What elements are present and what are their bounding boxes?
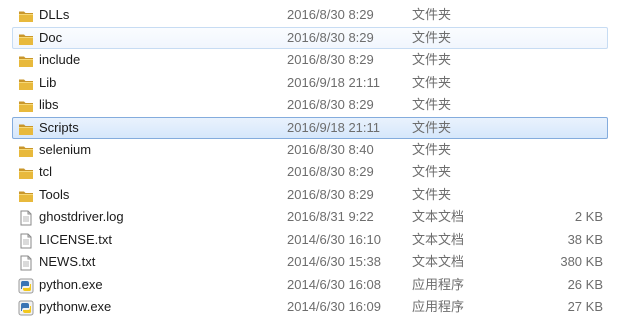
file-date: 2016/8/30 8:29 bbox=[287, 97, 374, 112]
file-type: 文本文档 bbox=[412, 232, 465, 247]
file-row[interactable]: LICENSE.txt 2014/6/30 16:10 文本文档 38 KB bbox=[12, 229, 608, 251]
file-name: tcl bbox=[39, 164, 52, 179]
file-list: DLLs 2016/8/30 8:29 文件夹 Doc 2016/8/30 8:… bbox=[0, 0, 640, 323]
file-name: LICENSE.txt bbox=[39, 232, 112, 247]
folder-icon bbox=[19, 56, 33, 67]
file-date: 2016/8/30 8:29 bbox=[287, 187, 374, 202]
file-date: 2016/8/30 8:29 bbox=[287, 7, 374, 22]
file-size: 380 KB bbox=[560, 254, 603, 269]
file-name: Doc bbox=[39, 30, 63, 45]
folder-icon bbox=[19, 168, 33, 179]
file-size: 2 KB bbox=[574, 209, 603, 224]
folder-icon bbox=[19, 11, 33, 22]
folder-icon bbox=[19, 191, 33, 202]
folder-icon bbox=[19, 79, 33, 90]
file-date: 2014/6/30 16:08 bbox=[287, 277, 381, 292]
file-row[interactable]: python.exe 2014/6/30 16:08 应用程序 26 KB bbox=[12, 274, 608, 296]
python-exe-icon bbox=[18, 278, 34, 294]
file-type: 文件夹 bbox=[412, 75, 452, 90]
folder-icon bbox=[19, 146, 33, 157]
file-row[interactable]: Tools 2016/8/30 8:29 文件夹 bbox=[12, 184, 608, 206]
file-date: 2014/6/30 16:10 bbox=[287, 232, 381, 247]
file-row[interactable]: tcl 2016/8/30 8:29 文件夹 bbox=[12, 161, 608, 183]
file-name: Scripts bbox=[39, 120, 79, 135]
file-name: NEWS.txt bbox=[39, 254, 96, 269]
file-row[interactable]: selenium 2016/8/30 8:40 文件夹 bbox=[12, 139, 608, 161]
file-type: 文件夹 bbox=[412, 30, 452, 45]
file-row[interactable]: NEWS.txt 2014/6/30 15:38 文本文档 380 KB bbox=[12, 251, 608, 273]
file-date: 2016/8/30 8:40 bbox=[287, 142, 374, 157]
folder-icon bbox=[19, 101, 33, 112]
file-row[interactable]: DLLs 2016/8/30 8:29 文件夹 bbox=[12, 4, 608, 26]
file-type: 文本文档 bbox=[412, 254, 465, 269]
file-name: include bbox=[39, 52, 81, 67]
file-row[interactable]: Doc 2016/8/30 8:29 文件夹 bbox=[12, 27, 608, 49]
file-size: 27 KB bbox=[567, 299, 603, 314]
file-type: 应用程序 bbox=[412, 277, 465, 292]
file-type: 文本文档 bbox=[412, 209, 465, 224]
file-name: python.exe bbox=[39, 277, 103, 292]
file-date: 2016/9/18 21:11 bbox=[287, 120, 381, 135]
file-type: 文件夹 bbox=[412, 187, 452, 202]
file-date: 2016/8/30 8:29 bbox=[287, 164, 374, 179]
file-name: libs bbox=[39, 97, 59, 112]
file-type: 文件夹 bbox=[412, 142, 452, 157]
file-type: 文件夹 bbox=[412, 164, 452, 179]
file-date: 2016/9/18 21:11 bbox=[287, 75, 381, 90]
file-row[interactable]: Scripts 2016/9/18 21:11 文件夹 bbox=[12, 117, 608, 139]
file-name: pythonw.exe bbox=[39, 299, 112, 314]
file-name: Tools bbox=[39, 187, 70, 202]
file-date: 2016/8/30 8:29 bbox=[287, 30, 374, 45]
file-type: 文件夹 bbox=[412, 120, 452, 135]
folder-icon bbox=[19, 124, 33, 135]
folder-icon bbox=[19, 34, 33, 45]
text-file-icon bbox=[20, 255, 32, 271]
file-size: 26 KB bbox=[567, 277, 603, 292]
file-name: DLLs bbox=[39, 7, 70, 22]
file-size: 38 KB bbox=[567, 232, 603, 247]
file-type: 应用程序 bbox=[412, 299, 465, 314]
file-name: selenium bbox=[39, 142, 92, 157]
file-type: 文件夹 bbox=[412, 52, 452, 67]
file-row[interactable]: libs 2016/8/30 8:29 文件夹 bbox=[12, 94, 608, 116]
file-date: 2016/8/30 8:29 bbox=[287, 52, 374, 67]
file-row[interactable]: ghostdriver.log 2016/8/31 9:22 文本文档 2 KB bbox=[12, 206, 608, 228]
file-date: 2016/8/31 9:22 bbox=[287, 209, 374, 224]
file-row[interactable]: Lib 2016/9/18 21:11 文件夹 bbox=[12, 72, 608, 94]
file-row[interactable]: pythonw.exe 2014/6/30 16:09 应用程序 27 KB bbox=[12, 296, 608, 318]
file-name: Lib bbox=[39, 75, 57, 90]
file-name: ghostdriver.log bbox=[39, 209, 124, 224]
file-row[interactable]: include 2016/8/30 8:29 文件夹 bbox=[12, 49, 608, 71]
file-date: 2014/6/30 16:09 bbox=[287, 299, 381, 314]
file-date: 2014/6/30 15:38 bbox=[287, 254, 381, 269]
file-type: 文件夹 bbox=[412, 7, 452, 22]
text-file-icon bbox=[20, 210, 32, 226]
python-exe-icon bbox=[18, 300, 34, 316]
text-file-icon bbox=[20, 233, 32, 249]
file-type: 文件夹 bbox=[412, 97, 452, 112]
